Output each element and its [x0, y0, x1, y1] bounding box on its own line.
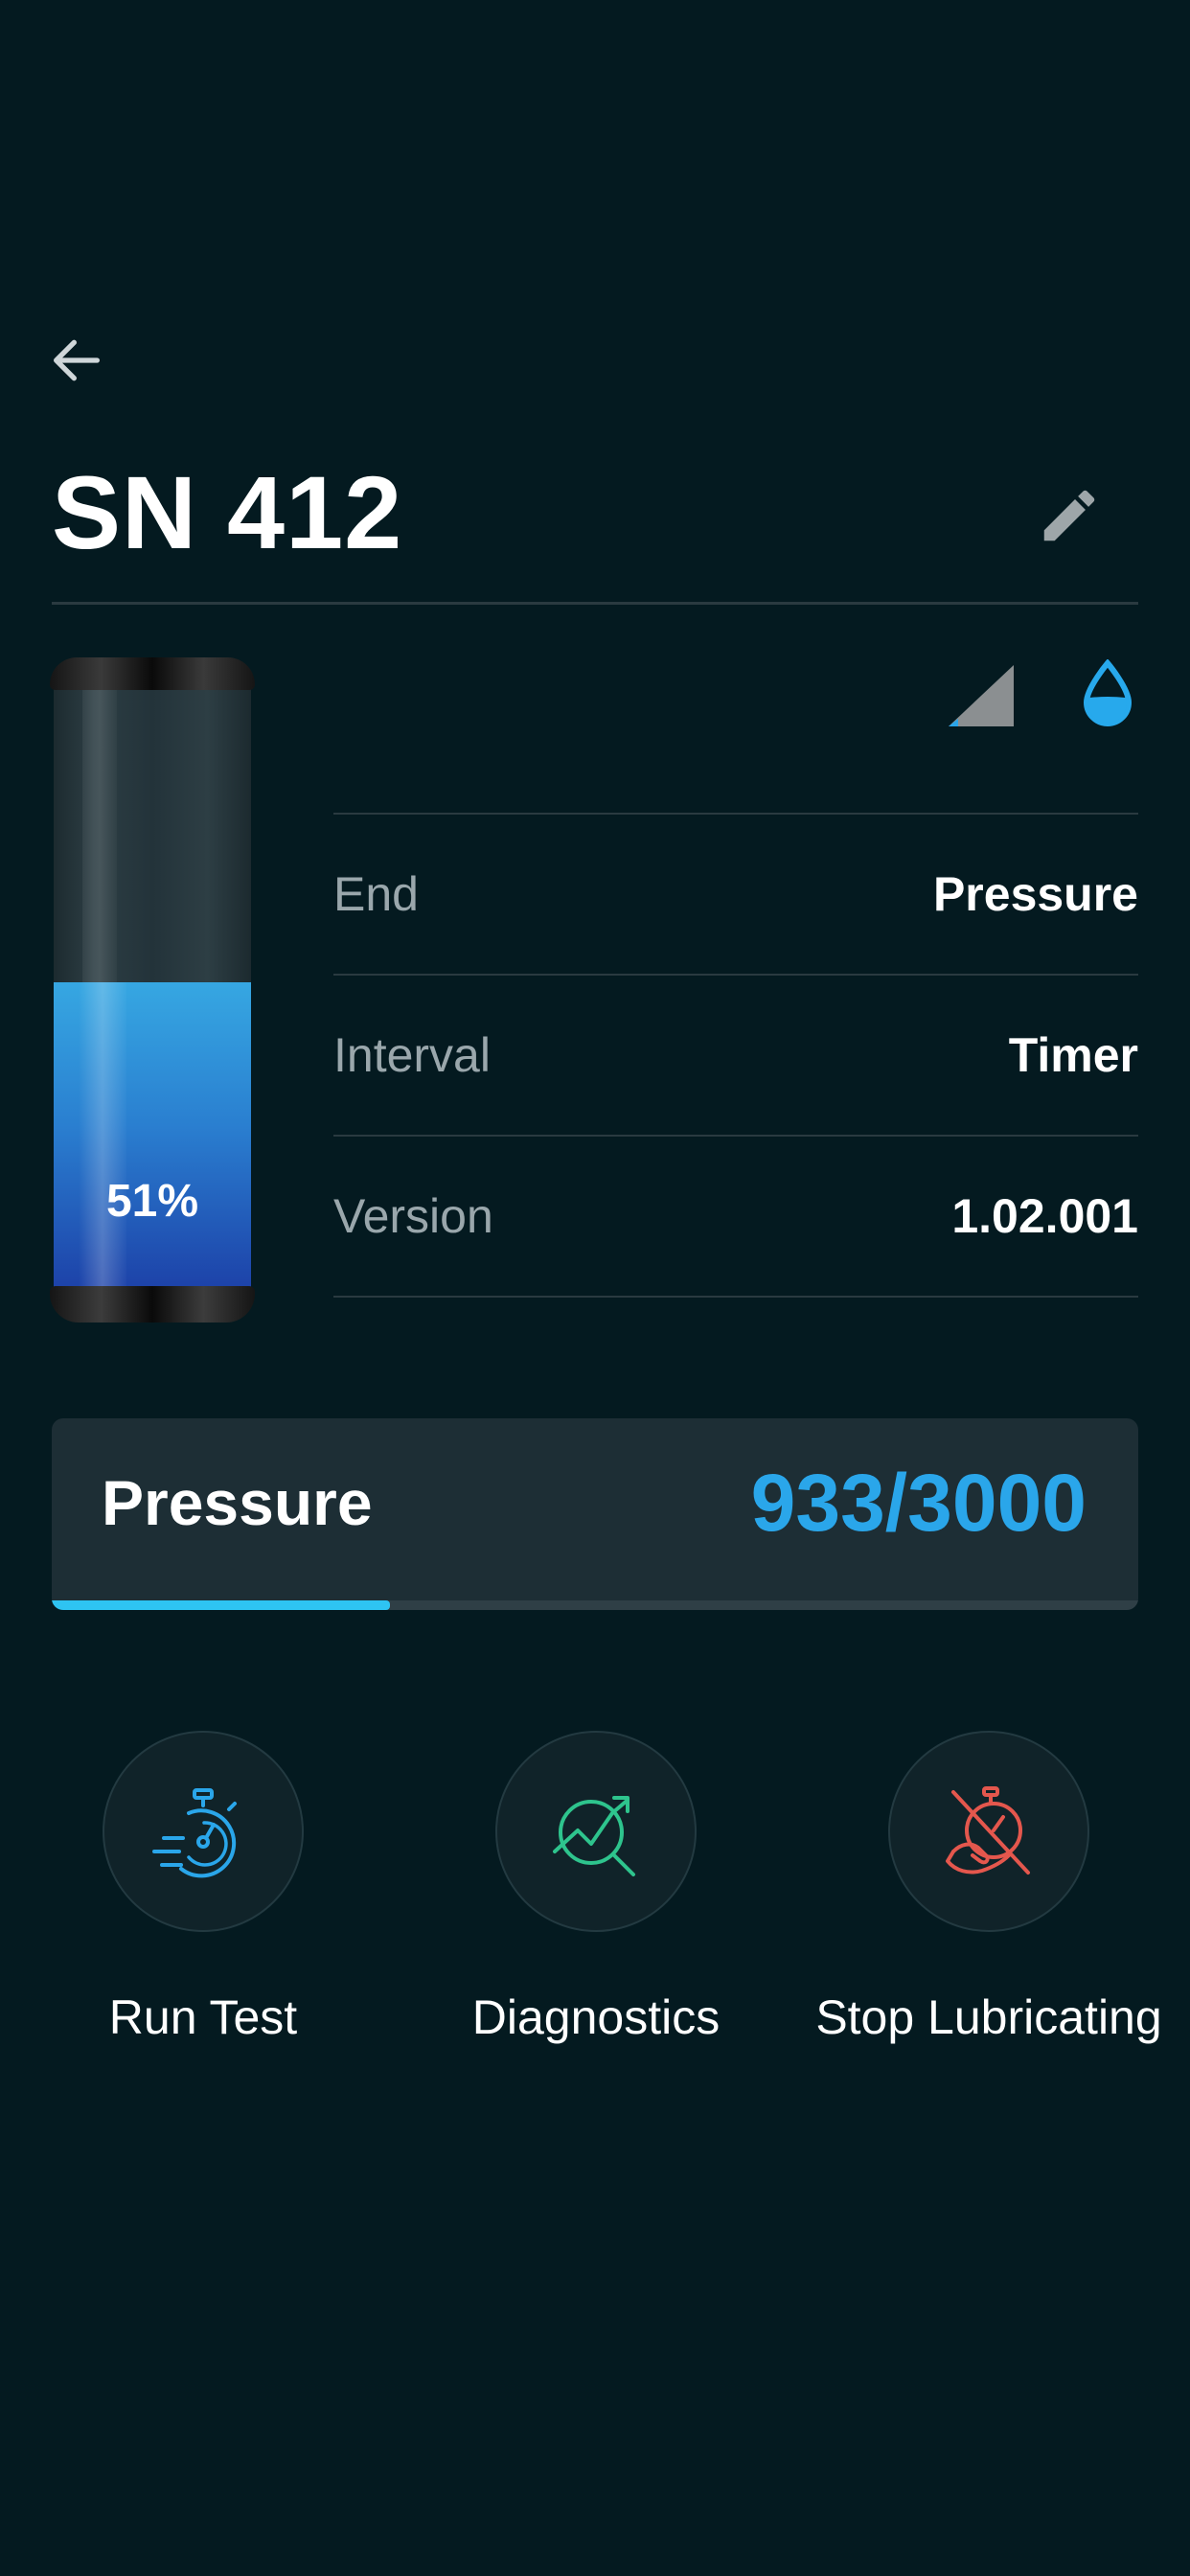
cartridge-cap-top [50, 657, 255, 690]
cartridge-cap-bottom [50, 1286, 255, 1322]
cartridge-fill-level [54, 981, 251, 1300]
pressure-progress-track [52, 1600, 1138, 1610]
device-info-list: End Pressure Interval Timer Version 1.02… [333, 813, 1138, 1298]
diagnostics-label: Diagnostics [471, 1990, 721, 2044]
stop-lubricating-label: Stop Lubricating [815, 1990, 1162, 2044]
info-label: Interval [333, 1028, 491, 1082]
info-label: Version [333, 1189, 493, 1243]
stop-lubricating-button[interactable]: Stop Lubricating [788, 1731, 1190, 2047]
cartridge-percent-label: 51% [105, 1176, 199, 1227]
pressure-value: 933/3000 [750, 1458, 1087, 1548]
info-row-version: Version 1.02.001 [333, 1135, 1138, 1298]
arrow-left-icon [54, 339, 100, 381]
water-drop-icon [1083, 659, 1133, 726]
info-value: Timer [1008, 1028, 1138, 1082]
pressure-progress-fill [52, 1600, 390, 1610]
page-title: SN 412 [52, 454, 403, 570]
pressure-label: Pressure [102, 1467, 373, 1538]
info-label: End [333, 867, 419, 921]
chart-search-icon [553, 1796, 635, 1876]
back-button[interactable] [42, 326, 111, 395]
info-row-interval: Interval Timer [333, 974, 1138, 1135]
edit-button[interactable] [1029, 475, 1110, 556]
run-test-label: Run Test [108, 1990, 298, 2044]
run-test-button[interactable]: Run Test [2, 1731, 404, 2047]
header-divider [52, 602, 1138, 605]
info-value: 1.02.001 [951, 1189, 1138, 1243]
info-row-end: End Pressure [333, 813, 1138, 974]
stop-lubricating-icon [946, 1786, 1030, 1874]
diagnostics-button[interactable]: Diagnostics [395, 1731, 797, 2047]
pencil-icon [1043, 490, 1095, 541]
lubricant-cartridge-gauge: 51% [50, 657, 255, 1322]
stopwatch-icon [152, 1788, 237, 1878]
cellular-signal-icon [949, 665, 1014, 726]
pressure-card: Pressure 933/3000 [52, 1418, 1138, 1610]
info-value: Pressure [932, 867, 1138, 921]
